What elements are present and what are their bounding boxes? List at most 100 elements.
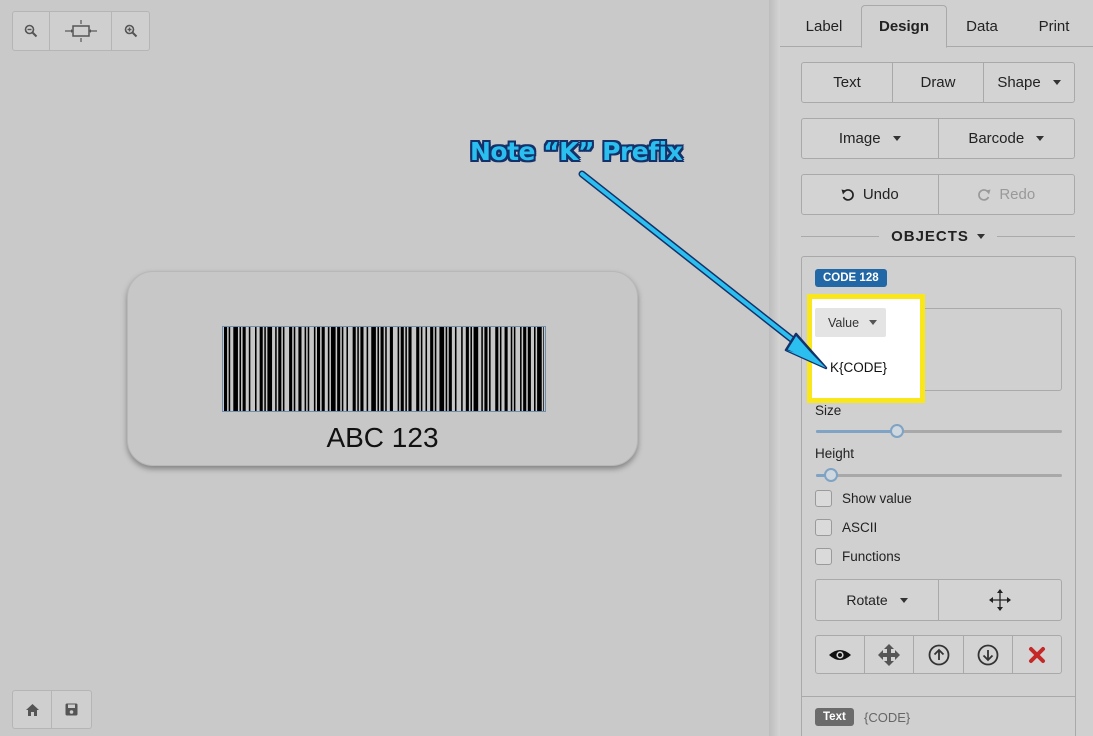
fit-to-screen-icon: [64, 20, 97, 42]
redo-icon: [978, 188, 991, 201]
barcode-bar: [304, 327, 307, 411]
barcode-bar: [523, 327, 527, 411]
height-slider-handle[interactable]: [823, 468, 838, 482]
label-canvas[interactable]: ABC 123: [0, 0, 769, 736]
shape-dropdown[interactable]: Shape: [984, 63, 1074, 102]
undo-button[interactable]: Undo: [802, 175, 939, 214]
barcode-bar: [484, 327, 488, 411]
height-slider[interactable]: [816, 468, 1062, 482]
zoom-out-button[interactable]: [13, 12, 50, 50]
send-backward-button[interactable]: [964, 636, 1013, 673]
redo-button-label: Redo: [999, 186, 1036, 203]
center-object-button[interactable]: [939, 580, 1061, 620]
home-button[interactable]: [13, 691, 52, 728]
barcode-bar: [543, 327, 544, 411]
functions-option[interactable]: Functions: [815, 548, 901, 565]
barcode-bar: [445, 327, 448, 411]
barcode-bar: [448, 327, 452, 411]
barcode-bar: [275, 327, 277, 411]
undo-icon: [841, 188, 854, 201]
barcode-bar: [481, 327, 483, 411]
value-source-dropdown[interactable]: Value: [815, 308, 886, 337]
tab-print[interactable]: Print: [1022, 5, 1086, 47]
barcode-bar: [259, 327, 263, 411]
barcode-bar: [293, 327, 296, 411]
fit-to-screen-button[interactable]: [50, 12, 112, 50]
move-object-button[interactable]: [865, 636, 915, 673]
toggle-visibility-button[interactable]: [816, 636, 866, 673]
barcode-bar: [357, 327, 359, 411]
image-dropdown-label: Image: [838, 130, 881, 147]
barcode-bar: [495, 327, 499, 411]
zoom-in-button[interactable]: [112, 12, 149, 50]
history-toolbar: Undo Redo: [801, 174, 1075, 215]
barcode-bar: [239, 327, 242, 411]
tab-design[interactable]: Design: [861, 5, 947, 48]
barcode-bar: [527, 327, 531, 411]
caret-down-icon: [1036, 136, 1045, 141]
barcode-bar: [405, 327, 407, 411]
object-type-badge[interactable]: CODE 128: [815, 269, 887, 287]
text-object-badge[interactable]: Text: [815, 708, 854, 726]
redo-button[interactable]: Redo: [939, 175, 1075, 214]
size-slider-fill: [816, 430, 898, 433]
objects-section-header[interactable]: OBJECTS: [801, 225, 1076, 247]
barcode-bar: [397, 327, 400, 411]
barcode-bar: [321, 327, 325, 411]
barcode-bar: [346, 327, 348, 411]
bring-forward-button[interactable]: [914, 636, 964, 673]
barcode-bar: [313, 327, 316, 411]
arrow-up-circle-icon: [928, 644, 949, 665]
divider-line: [801, 235, 880, 237]
barcode-human-readable-text: ABC 123: [326, 422, 439, 453]
barcode-bar: [416, 327, 420, 411]
barcode-bar: [454, 327, 457, 411]
barcode-bar: [242, 327, 246, 411]
save-button[interactable]: [52, 691, 91, 728]
object-separator: [802, 696, 1075, 697]
barcode-bar: [520, 327, 522, 411]
show-value-checkbox[interactable]: [815, 490, 832, 507]
tab-label[interactable]: Label: [794, 5, 854, 47]
barcode-bar: [337, 327, 341, 411]
barcode-bar: [352, 327, 356, 411]
tab-data[interactable]: Data: [950, 5, 1014, 47]
delete-object-button[interactable]: [1013, 636, 1061, 673]
rotate-dropdown-label: Rotate: [846, 592, 888, 608]
size-slider-handle[interactable]: [890, 424, 905, 438]
insert-toolbar: Text Draw Shape: [801, 62, 1075, 103]
text-button[interactable]: Text: [802, 63, 893, 102]
barcode-value-input[interactable]: K{CODE}: [830, 360, 887, 375]
ascii-option[interactable]: ASCII: [815, 519, 877, 536]
delete-icon: [1028, 646, 1045, 663]
functions-checkbox[interactable]: [815, 548, 832, 565]
barcode-bar: [499, 327, 502, 411]
arrow-down-circle-icon: [977, 644, 999, 665]
height-label: Height: [815, 446, 855, 461]
shape-dropdown-label: Shape: [997, 74, 1041, 91]
size-slider[interactable]: [816, 424, 1062, 438]
barcode-dropdown[interactable]: Barcode: [939, 119, 1075, 158]
draw-button-label: Draw: [920, 74, 956, 91]
barcode-bar: [389, 327, 393, 411]
barcode-bar: [360, 327, 364, 411]
barcode-bar: [537, 327, 542, 411]
undo-button-label: Undo: [862, 186, 899, 203]
barcode-bar: [430, 327, 434, 411]
text-object-value[interactable]: {CODE}: [864, 710, 910, 725]
save-icon: [65, 703, 78, 716]
rotate-dropdown[interactable]: Rotate: [816, 580, 939, 620]
size-label: Size: [815, 403, 842, 418]
barcode-bar: [267, 327, 273, 411]
label-preview[interactable]: ABC 123: [127, 271, 638, 466]
value-field-highlight[interactable]: Value K{CODE}: [807, 294, 925, 403]
annotation-note: Note “K” Prefix: [470, 137, 683, 166]
image-dropdown[interactable]: Image: [802, 119, 939, 158]
barcode-bar: [489, 327, 491, 411]
barcode-graphic[interactable]: [222, 326, 546, 412]
ascii-checkbox[interactable]: [815, 519, 832, 536]
divider-line: [996, 235, 1076, 237]
show-value-option[interactable]: Show value: [815, 490, 912, 507]
draw-button[interactable]: Draw: [893, 63, 984, 102]
barcode-bar: [510, 327, 513, 411]
